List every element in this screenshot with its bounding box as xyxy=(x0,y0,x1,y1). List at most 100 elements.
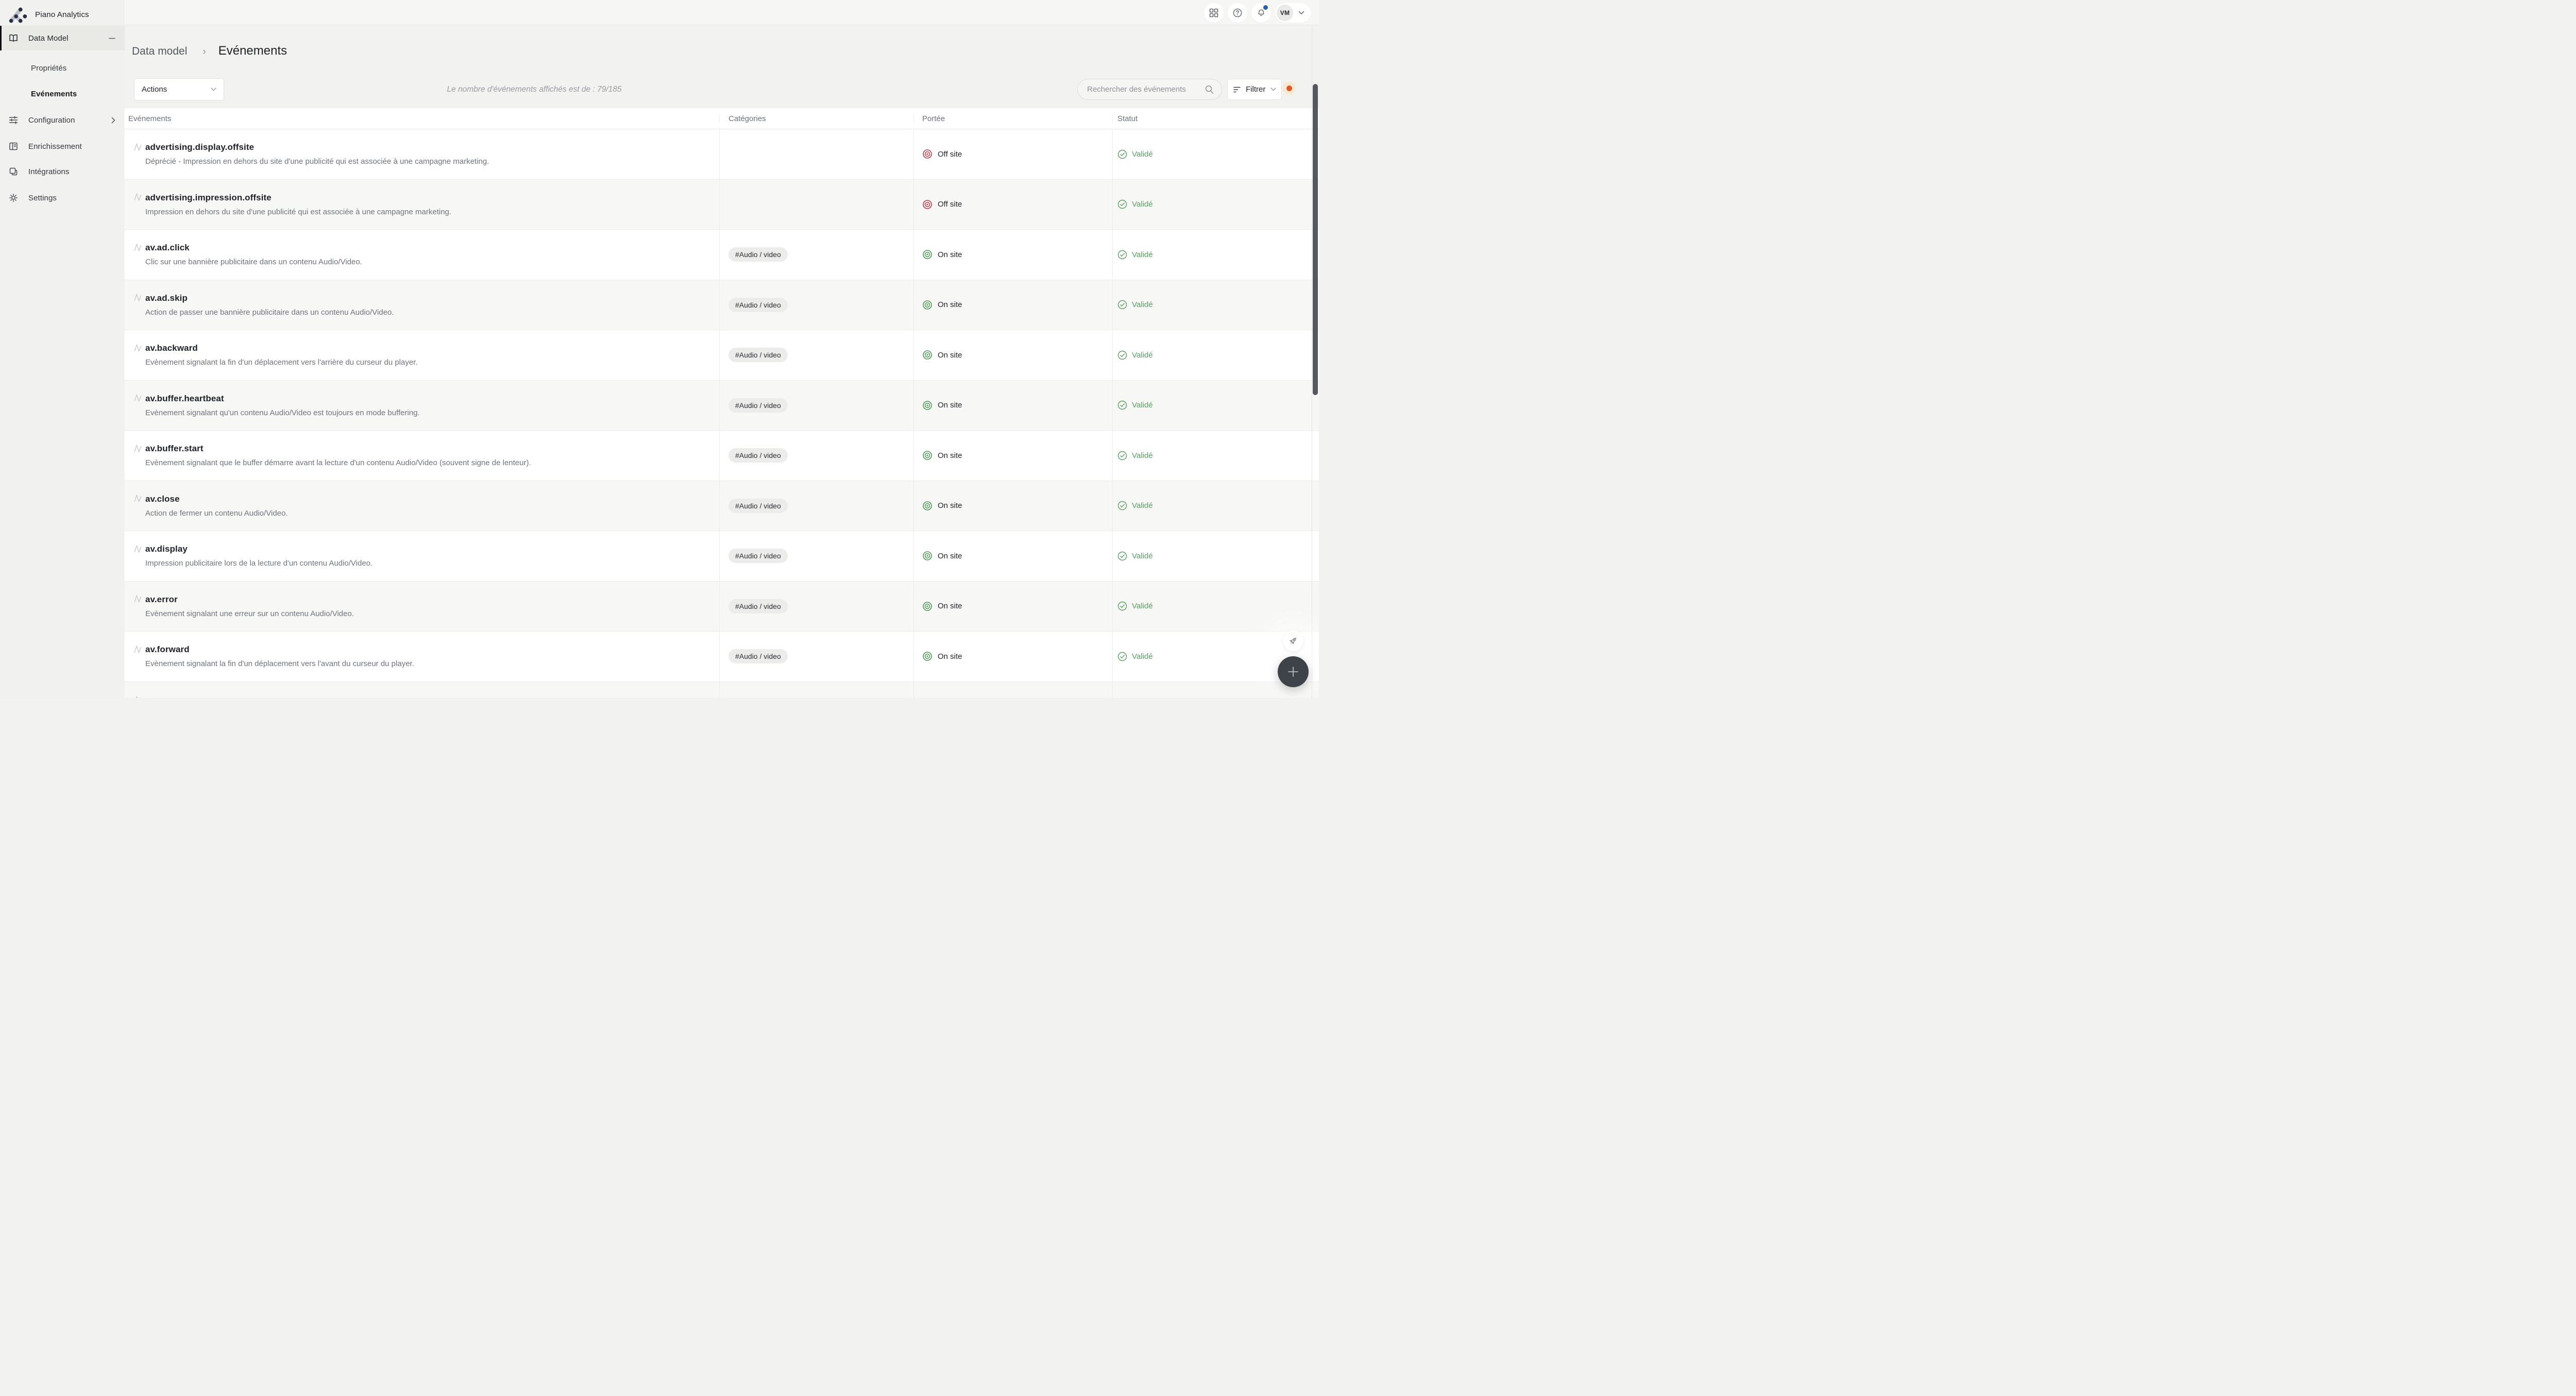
sliders-icon xyxy=(8,115,19,125)
check-circle-icon xyxy=(1117,601,1127,611)
table-row[interactable]: av.backward Evènement signalant la fin d… xyxy=(125,330,1319,381)
category-tag[interactable]: #Audio / video xyxy=(728,348,788,363)
event-name: av.display xyxy=(145,544,188,554)
table-row[interactable]: av.buffer.heartbeat Evènement signalant … xyxy=(125,380,1319,431)
collapse-minus-icon[interactable] xyxy=(109,35,115,42)
event-name: av.ad.click xyxy=(145,243,190,253)
status-label: Validé xyxy=(1132,501,1153,510)
event-pulse-icon xyxy=(134,142,142,152)
category-tag[interactable]: #Audio / video xyxy=(728,247,788,262)
scope-label: On site xyxy=(938,401,962,410)
event-name: av.buffer.start xyxy=(145,444,204,454)
avatar: VM xyxy=(1277,5,1293,21)
app-title: Piano Analytics xyxy=(35,10,89,19)
sidebar-item-proprietes[interactable]: Propriétés xyxy=(0,57,125,79)
table-row[interactable]: av.display Impression publicitaire lors … xyxy=(125,531,1319,582)
table-row[interactable]: av.fullscreen.off xyxy=(125,682,1319,698)
book-open-icon xyxy=(8,33,19,43)
column-header-portee: Portée xyxy=(913,114,1112,123)
column-header-statut: Statut xyxy=(1112,114,1319,123)
status-label: Validé xyxy=(1132,551,1153,560)
event-pulse-icon xyxy=(134,695,142,698)
breadcrumb-section[interactable]: Data model xyxy=(132,45,187,58)
table-row[interactable]: av.ad.skip Action de passer une bannière… xyxy=(125,280,1319,330)
logo[interactable]: Piano Analytics xyxy=(7,4,89,25)
status-label: Validé xyxy=(1132,300,1153,310)
copy-squares-icon xyxy=(8,166,19,177)
category-tag[interactable]: #Audio / video xyxy=(728,549,788,564)
event-description: Impression publicitaire lors de la lectu… xyxy=(145,559,373,568)
category-tag[interactable]: #Audio / video xyxy=(728,297,788,312)
category-tag[interactable]: #Audio / video xyxy=(728,448,788,463)
table-row[interactable]: av.close Action de fermer un contenu Aud… xyxy=(125,481,1319,531)
filter-lines-icon xyxy=(1233,86,1241,94)
event-pulse-icon xyxy=(134,594,142,604)
breadcrumb-separator: › xyxy=(202,46,206,57)
category-tag[interactable]: #Audio / video xyxy=(728,498,788,513)
check-circle-icon xyxy=(1117,149,1127,159)
grid-icon xyxy=(1209,8,1218,18)
actions-label: Actions xyxy=(142,85,167,94)
search-input[interactable] xyxy=(1087,85,1205,94)
notification-dot xyxy=(1263,5,1268,10)
event-description: Action de passer une bannière publicitai… xyxy=(145,308,394,317)
sidebar-item-label: Configuration xyxy=(28,115,75,125)
sidebar-item-label: Intégrations xyxy=(28,167,70,176)
sidebar-item-configuration[interactable]: Configuration xyxy=(0,108,125,132)
status-label: Validé xyxy=(1132,401,1153,410)
app-window: VM Piano Analytics Data Model Propriétés… xyxy=(0,0,1319,698)
search-icon[interactable] xyxy=(1205,84,1214,94)
scrollbar-thumb[interactable] xyxy=(1313,84,1318,395)
event-description: Action de fermer un contenu Audio/Video. xyxy=(145,508,288,518)
table-row[interactable]: av.ad.click Clic sur une bannière public… xyxy=(125,230,1319,280)
sidebar-item-integrations[interactable]: Intégrations xyxy=(0,159,125,184)
user-menu[interactable]: VM xyxy=(1275,3,1311,23)
page-title: Evénements xyxy=(218,44,287,58)
scope-label: Off site xyxy=(938,149,962,159)
table-row[interactable]: av.forward Evènement signalant la fin d'… xyxy=(125,632,1319,682)
bullseye-onsite-icon xyxy=(922,300,933,310)
event-pulse-icon xyxy=(134,444,142,453)
filter-dropdown[interactable]: Filtrer xyxy=(1227,79,1282,100)
events-count-text: Le nombre d'événements affichés est de :… xyxy=(447,84,622,94)
event-description: Evènement signalant une erreur sur un co… xyxy=(145,609,354,618)
apps-grid-button[interactable] xyxy=(1204,3,1224,23)
category-tag[interactable]: #Audio / video xyxy=(728,649,788,664)
add-event-button[interactable] xyxy=(1278,656,1309,687)
help-button[interactable] xyxy=(1228,3,1247,23)
check-circle-icon xyxy=(1117,250,1127,260)
event-pulse-icon xyxy=(134,293,142,302)
table-row[interactable]: av.error Evènement signalant une erreur … xyxy=(125,581,1319,632)
event-pulse-icon xyxy=(134,644,142,654)
sidebar: Piano Analytics Data Model Propriétés Ev… xyxy=(0,0,125,698)
sidebar-item-evenements[interactable]: Evénements xyxy=(0,82,125,105)
notifications-button[interactable] xyxy=(1251,3,1271,23)
table-row[interactable]: advertising.impression.offsite Impressio… xyxy=(125,179,1319,230)
scope-label: On site xyxy=(938,501,962,510)
bullseye-onsite-icon xyxy=(922,350,933,360)
bullseye-offsite-icon xyxy=(922,199,933,210)
scope-label: On site xyxy=(938,451,962,460)
event-name: advertising.display.offsite xyxy=(145,142,255,152)
sidebar-item-data-model[interactable]: Data Model xyxy=(0,26,125,50)
event-pulse-icon xyxy=(134,192,142,202)
category-tag[interactable]: #Audio / video xyxy=(728,599,788,614)
scope-label: On site xyxy=(938,652,962,661)
sidebar-item-settings[interactable]: Settings xyxy=(0,185,125,210)
quick-start-button[interactable] xyxy=(1283,631,1303,651)
event-description: Evènement signalant la fin d'un déplacem… xyxy=(145,358,418,367)
event-description: Impression en dehors du site d'une publi… xyxy=(145,207,452,216)
scope-label: On site xyxy=(938,602,962,611)
status-label: Validé xyxy=(1132,451,1153,460)
check-circle-icon xyxy=(1117,551,1127,561)
category-tag[interactable]: #Audio / video xyxy=(728,398,788,413)
sidebar-item-enrichissement[interactable]: Enrichissement xyxy=(0,134,125,159)
check-circle-icon xyxy=(1117,350,1127,360)
table-row[interactable]: av.buffer.start Evènement signalant que … xyxy=(125,431,1319,481)
events-table: Evénements Catégories Portée Statut adve… xyxy=(125,108,1319,698)
panel-columns-icon xyxy=(8,141,19,151)
actions-dropdown[interactable]: Actions xyxy=(134,78,224,100)
event-description: Déprécié - Impression en dehors du site … xyxy=(145,157,489,166)
sidebar-item-label: Propriétés xyxy=(31,63,67,73)
table-row[interactable]: advertising.display.offsite Déprécié - I… xyxy=(125,129,1319,180)
